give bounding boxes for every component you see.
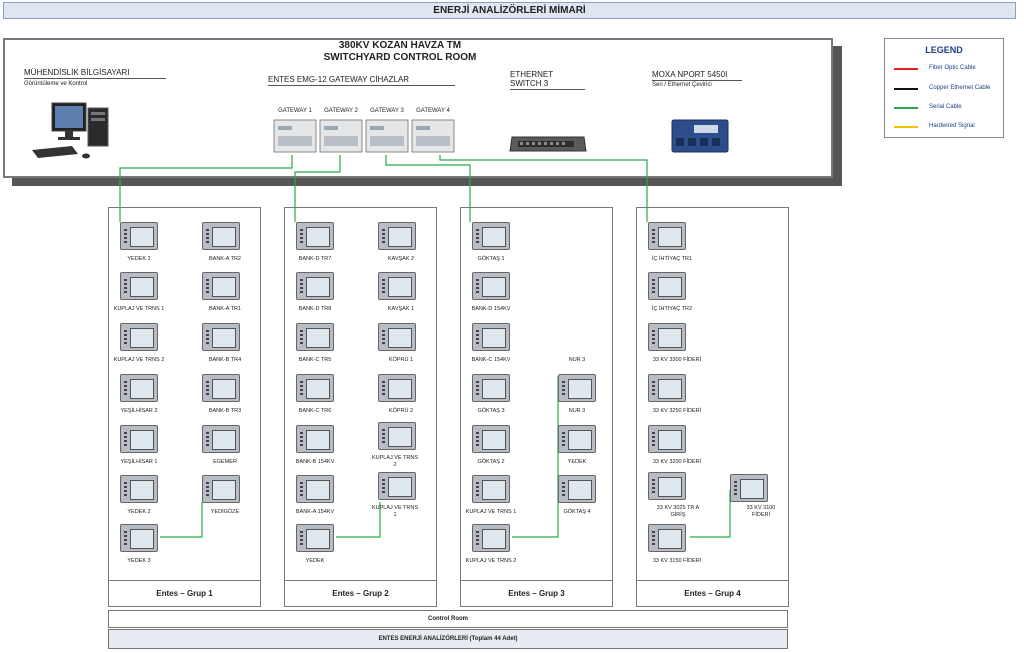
- meter-label: YEŞİLHİSAR 2: [120, 408, 158, 414]
- meter-label: YEDEK 3: [127, 558, 151, 564]
- meter-g4-l6: [648, 524, 686, 552]
- meter-label: 33 KV 3150 FİDERİ: [652, 558, 702, 564]
- meter-g4-l5: [648, 472, 686, 500]
- meter-label: 33 KV 3250 FİDERİ: [652, 408, 702, 414]
- meter-label: BANK-C 154KV: [471, 357, 511, 363]
- meter-label: YEDİGÖZE: [210, 509, 240, 515]
- meter-label: EGEMER: [213, 459, 237, 465]
- meter-g1-l4: [120, 425, 158, 453]
- meter-label: KAVŞAK 1: [387, 306, 415, 312]
- meter-label: BANK-A TR1: [209, 306, 241, 312]
- meter-g2-r2: [378, 323, 416, 351]
- meter-g3-l2: [472, 323, 510, 351]
- meter-label: BANK-D 154KV: [471, 306, 511, 312]
- meter-label: KUPLAJ VE TRNS 1: [113, 306, 165, 312]
- meter-label: KAVŞAK 2: [387, 256, 415, 262]
- meter-g2-r1: [378, 272, 416, 300]
- meter-g2-r4: [378, 422, 416, 450]
- meter-g2-r3: [378, 374, 416, 402]
- meter-g4-l2: [648, 323, 686, 351]
- meter-g3-l3: [472, 374, 510, 402]
- meter-label: İÇ İHTİYAÇ TR2: [651, 306, 693, 312]
- meter-label: BANK-D TR8: [298, 306, 332, 312]
- meter-label: BANK-B 154KV: [295, 459, 335, 465]
- meter-label: BANK-B TR3: [208, 408, 242, 414]
- meter-g2-l1: [296, 272, 334, 300]
- meter-g1-l2: [120, 323, 158, 351]
- meter-label: YEDEK: [567, 459, 587, 465]
- meter-label: NUR 3: [568, 408, 586, 414]
- meter-label: BANK-B TR4: [208, 357, 242, 363]
- meter-label: GÖKTAŞ 3: [477, 408, 505, 414]
- meter-label: KUPLAJ VE TRNS 2: [371, 455, 419, 468]
- meter-g1-l1: [120, 272, 158, 300]
- meter-label: GÖKTAŞ 2: [477, 459, 505, 465]
- meter-label: BANK-D TR7: [298, 256, 332, 262]
- meter-g2-r5: [378, 472, 416, 500]
- meter-label: YEŞİLHİSAR 1: [120, 459, 158, 465]
- meter-g1-r4: [202, 425, 240, 453]
- meter-g3-l5: [472, 475, 510, 503]
- meter-label: BANK-A TR2: [209, 256, 241, 262]
- meter-g2-l0: [296, 222, 334, 250]
- meter-label: KUPLAJ VE TRNS 2: [465, 558, 517, 564]
- meter-g1-l3: [120, 374, 158, 402]
- meter-g3-l1: [472, 272, 510, 300]
- meter-g3-r2: [558, 425, 596, 453]
- meter-g1-l0: [120, 222, 158, 250]
- meter-g2-l4: [296, 425, 334, 453]
- meter-label: NUR 3: [568, 357, 586, 363]
- meter-g4-l3: [648, 374, 686, 402]
- meter-g3-r3: [558, 475, 596, 503]
- meter-g4-l4: [648, 425, 686, 453]
- meter-g4-r0: [730, 474, 768, 502]
- meter-label: BANK-A 154KV: [295, 509, 335, 515]
- meter-label: 33 KV 3300 FİDERİ: [652, 357, 702, 363]
- meter-label: KUPLAJ VE TRNS 1: [371, 505, 419, 518]
- meter-label: YEDEK 1: [127, 256, 151, 262]
- meter-label: KUPLAJ VE TRNS 1: [465, 509, 517, 515]
- meter-g1-l5: [120, 475, 158, 503]
- meter-g1-l6: [120, 524, 158, 552]
- meter-g1-r2: [202, 323, 240, 351]
- meter-label: YEDEK 2: [127, 509, 151, 515]
- meter-g3-l0: [472, 222, 510, 250]
- meter-label: YEDEK: [305, 558, 325, 564]
- meter-label: GÖKTAŞ 1: [477, 256, 505, 262]
- meter-label: KÖPRÜ 1: [388, 357, 414, 363]
- meter-label: 33 KV 3100 FİDERİ: [746, 505, 776, 518]
- meter-g3-l4: [472, 425, 510, 453]
- meter-g1-r0: [202, 222, 240, 250]
- meter-g2-l6: [296, 524, 334, 552]
- meter-g2-l2: [296, 323, 334, 351]
- meter-label: 33 KV 3025 TR A GİRİŞ: [656, 505, 700, 518]
- meter-g2-r0: [378, 222, 416, 250]
- meter-g4-l1: [648, 272, 686, 300]
- meter-g1-r3: [202, 374, 240, 402]
- meter-label: KUPLAJ VE TRNS 2: [113, 357, 165, 363]
- meter-label: İÇ İHTİYAÇ TR1: [651, 256, 693, 262]
- meter-g3-r1: [558, 374, 596, 402]
- meter-g2-l3: [296, 374, 334, 402]
- meter-label: BANK-C TR5: [298, 357, 332, 363]
- meter-label: 33 KV 3200 FİDERİ: [652, 459, 702, 465]
- meter-g2-l5: [296, 475, 334, 503]
- meter-g1-r5: [202, 475, 240, 503]
- meter-g4-l0: [648, 222, 686, 250]
- meter-label: KÖPRÜ 2: [388, 408, 414, 414]
- meter-g3-l6: [472, 524, 510, 552]
- meter-label: BANK-C TR6: [298, 408, 332, 414]
- meter-g1-r1: [202, 272, 240, 300]
- meter-label: GÖKTAŞ 4: [563, 509, 591, 515]
